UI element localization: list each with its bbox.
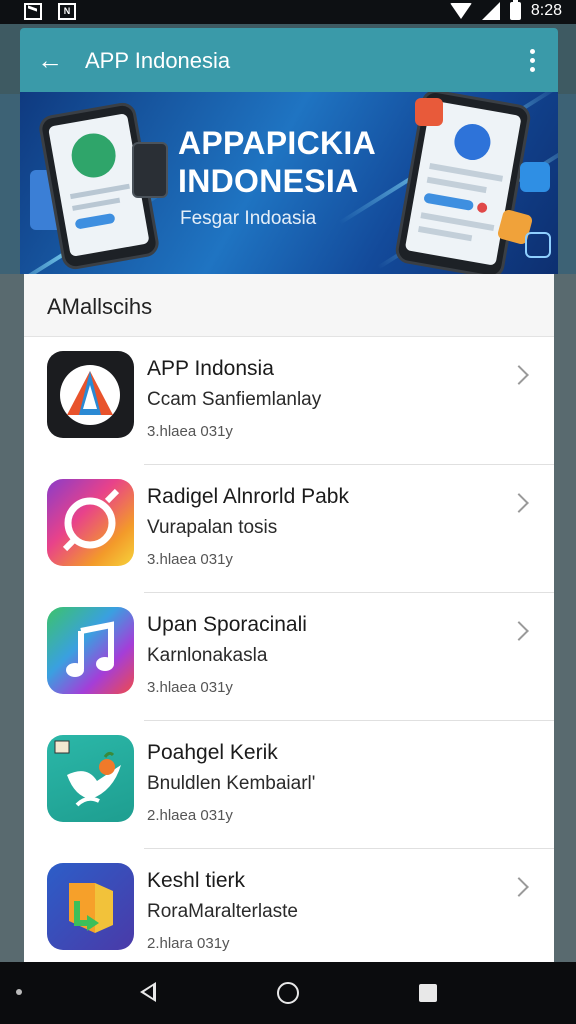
bird-icon (47, 735, 134, 822)
banner-subtitle: Fesgar Indoasia (180, 208, 317, 229)
arrow-back-icon: ← (37, 45, 63, 75)
app-title: Radigel Alnrorld Pabk (147, 485, 349, 508)
app-sheet: ← APP Indonesia APPAPICKIA INDONESIA Fes… (20, 28, 558, 962)
app-list-item[interactable]: Radigel Alnrorld Pabk Vurapalan tosis 3.… (24, 465, 554, 593)
app-subtitle: Bnuldlen Kembaiarl' (147, 773, 316, 794)
decor-tablet (132, 142, 168, 198)
status-indicators: 8:28 (449, 0, 562, 20)
banner-title: APPAPICKIA INDONESIA (178, 125, 376, 199)
app-bar: ← APP Indonesia (20, 28, 558, 92)
status-notifications: N (24, 3, 76, 20)
app-subtitle: RoraMaralterlaste (147, 901, 298, 922)
section-header: AMallscihs (24, 274, 554, 337)
wifi-icon (449, 3, 472, 19)
nav-home-button[interactable] (277, 982, 299, 1004)
status-bar: N 8:28 (0, 0, 576, 24)
more-vert-icon (529, 48, 535, 54)
signal-icon (481, 2, 500, 20)
notification-icon (24, 3, 42, 20)
chevron-right-icon (508, 873, 532, 903)
status-time: 8:28 (530, 2, 562, 19)
nav-back-button[interactable] (140, 982, 156, 1002)
app-list-item[interactable]: APP Indonsia Ccam Sanfiemlanlay 3.hlaea … (24, 337, 554, 465)
triangle-logo-icon (47, 351, 134, 438)
notification-dot-icon (16, 989, 22, 995)
battery-icon (509, 0, 521, 20)
chevron-right-icon (508, 489, 532, 519)
app-title: Poahgel Kerik (147, 741, 278, 764)
gradient-ring-icon (47, 479, 134, 566)
app-meta: 2.hlara 031y (147, 935, 230, 952)
app-meta: 3.hlaea 031y (147, 423, 233, 440)
nav-recents-button[interactable] (419, 984, 437, 1002)
app-meta: 3.hlaea 031y (147, 551, 233, 568)
app-meta: 3.hlaea 031y (147, 679, 233, 696)
app-title: Keshl tierk (147, 869, 246, 892)
app-subtitle: Karnlonakasla (147, 645, 268, 666)
chevron-right-icon (508, 617, 532, 647)
app-list-item[interactable]: Upan Sporacinali Karnlonakasla 3.hlaea 0… (24, 593, 554, 721)
music-note-icon (47, 607, 134, 694)
more-options-button[interactable] (516, 44, 548, 76)
decor-frame (525, 232, 551, 258)
back-button[interactable]: ← (34, 44, 66, 76)
decor-app-icon (415, 98, 443, 126)
system-nav-bar (0, 962, 576, 1024)
app-title: Upan Sporacinali (147, 613, 307, 636)
app-title: APP Indonsia (147, 357, 274, 380)
section-title: AMallscihs (47, 294, 153, 319)
app-list-panel: AMallscihs APP Indonsia Ccam Sanfiemlanl… (24, 274, 554, 962)
decor-app-icon (520, 162, 550, 192)
chevron-right-icon (508, 361, 532, 391)
page-title: APP Indonesia (85, 48, 231, 73)
news-icon: N (58, 3, 76, 20)
app-list-item[interactable]: Keshl tierk RoraMaralterlaste 2.hlara 03… (24, 849, 554, 977)
app-meta: 2.hlaea 031y (147, 807, 233, 824)
app-subtitle: Ccam Sanfiemlanlay (147, 389, 322, 410)
app-list-item[interactable]: Poahgel Kerik Bnuldlen Kembaiarl' 2.hlae… (24, 721, 554, 849)
app-subtitle: Vurapalan tosis (147, 517, 278, 538)
promo-banner[interactable]: APPAPICKIA INDONESIA Fesgar Indoasia (20, 92, 558, 274)
arrow-down-logo-icon (47, 863, 134, 950)
